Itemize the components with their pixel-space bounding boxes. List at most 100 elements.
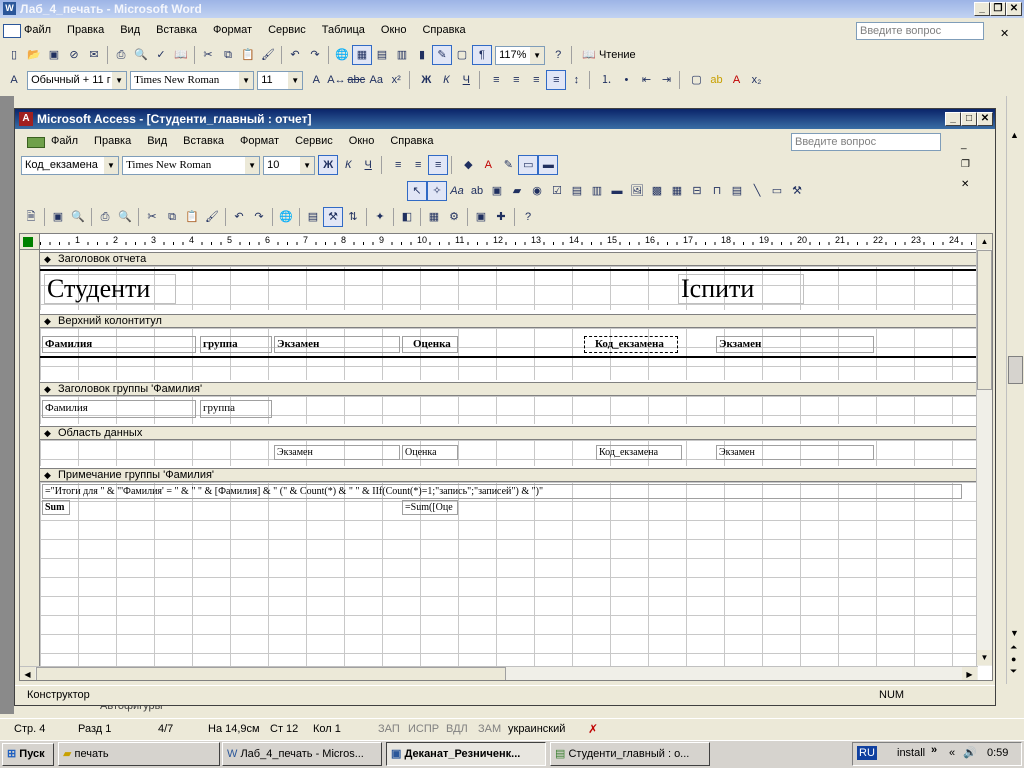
header-label[interactable]: Экзамен: [716, 336, 874, 353]
char-spacing-icon[interactable]: A↔: [326, 70, 346, 90]
detail-field-textbox[interactable]: Оценка: [402, 445, 458, 460]
install-toolbar-label[interactable]: install: [897, 747, 925, 759]
insert-table-icon[interactable]: ▤: [372, 45, 392, 65]
report-design-surface[interactable]: 1 2 3 4 5 6 7 8 9 10 11 12 13 14 15 16 17 18 19 20 21 22 23 24 …: [19, 233, 993, 681]
build-icon[interactable]: ⚙: [444, 207, 464, 227]
code-icon[interactable]: ◧: [397, 207, 417, 227]
section-group-header[interactable]: ◆ Заголовок группы 'Фамилия': [40, 382, 976, 396]
word-menu-insert[interactable]: Вставка: [148, 20, 205, 40]
copy-icon[interactable]: ⧉: [218, 45, 238, 65]
align-center-icon[interactable]: ≡: [506, 70, 526, 90]
toggle-button-icon[interactable]: ▰: [507, 181, 527, 201]
tab-control-icon[interactable]: ⊓: [707, 181, 727, 201]
italic-icon[interactable]: К: [436, 70, 456, 90]
cut-icon[interactable]: ✂: [142, 207, 162, 227]
detail-field-textbox[interactable]: Экзамен: [716, 445, 874, 460]
line-spacing-icon[interactable]: ↕: [566, 70, 586, 90]
header-label[interactable]: Оценка: [402, 336, 458, 353]
group-header-area[interactable]: Фамилия группа: [40, 396, 976, 424]
access-menu-format[interactable]: Формат: [232, 131, 287, 151]
reading-mode-button[interactable]: 📖 Чтение: [578, 45, 639, 65]
object-combo[interactable]: Код_екзамена ▼: [21, 155, 119, 175]
word-menu-file[interactable]: Файл: [16, 20, 59, 40]
styles-pane-icon[interactable]: A: [4, 70, 24, 90]
section-detail[interactable]: ◆ Область данных: [40, 426, 976, 440]
report-title-label[interactable]: Студенти: [44, 274, 176, 304]
start-button[interactable]: ⊞ Пуск: [2, 743, 54, 766]
browse-object-icon[interactable]: ●: [1011, 654, 1016, 664]
justify-icon[interactable]: ≡: [546, 70, 567, 90]
bullets-icon[interactable]: •: [616, 70, 636, 90]
access-menu-file[interactable]: Файл: [43, 131, 86, 151]
control-wizards-icon[interactable]: ✧: [427, 181, 447, 201]
decrease-indent-icon[interactable]: ⇤: [636, 70, 656, 90]
taskbar-item-access-report[interactable]: ▤ Студенти_главный : о...: [550, 742, 710, 766]
bold-icon[interactable]: Ж: [318, 155, 339, 175]
access-menu-tools[interactable]: Сервис: [287, 131, 341, 151]
access-title-bar[interactable]: A Microsoft Access - [Студенти_главный :…: [15, 109, 995, 129]
word-menu-edit[interactable]: Правка: [59, 20, 112, 40]
document-map-icon[interactable]: ▢: [452, 45, 472, 65]
word-menu-format[interactable]: Формат: [205, 20, 260, 40]
language-indicator[interactable]: RU: [857, 746, 877, 760]
footer-sum-textbox[interactable]: =Sum([Оце: [402, 500, 458, 515]
access-close-button[interactable]: ✕: [977, 112, 993, 126]
access-menu-view[interactable]: Вид: [139, 131, 175, 151]
detail-field-textbox[interactable]: Код_екзамена: [596, 445, 682, 460]
new-object-icon[interactable]: ✚: [491, 207, 511, 227]
word-minimize-button[interactable]: _: [974, 2, 990, 16]
word-right-scrollbar[interactable]: ▲ ▼ ⏶ ● ⏷: [1006, 96, 1024, 684]
line-width-icon[interactable]: ▭: [518, 155, 539, 175]
header-label[interactable]: группа: [200, 336, 272, 353]
scroll-down-icon[interactable]: ▼: [977, 650, 992, 665]
select-objects-icon[interactable]: ↖: [407, 181, 427, 201]
section-group-footer[interactable]: ◆ Примечание группы 'Фамилия': [40, 468, 976, 482]
access-font-combo[interactable]: Times New Roman ▼: [122, 155, 261, 175]
horizontal-ruler[interactable]: 1 2 3 4 5 6 7 8 9 10 11 12 13 14 15 16 17 18 19 20 21 22 23 24: [40, 234, 978, 250]
group-field-textbox[interactable]: Фамилия: [42, 400, 196, 418]
word-menu-window[interactable]: Окно: [373, 20, 415, 40]
paste-icon[interactable]: 📋: [182, 207, 202, 227]
report-header-area[interactable]: Студенти Іспити: [40, 266, 976, 310]
save-icon[interactable]: ▣: [44, 45, 64, 65]
search-icon[interactable]: 🔍: [68, 207, 88, 227]
paste-icon[interactable]: 📋: [238, 45, 258, 65]
word-document-area[interactable]: [0, 96, 14, 714]
speaker-icon[interactable]: 🔊: [963, 746, 977, 759]
align-left-icon[interactable]: ≡: [388, 155, 408, 175]
command-button-icon[interactable]: ▬: [607, 181, 627, 201]
align-right-icon[interactable]: ≡: [428, 155, 449, 175]
word-menu-view[interactable]: Вид: [112, 20, 148, 40]
access-menu-insert[interactable]: Вставка: [175, 131, 232, 151]
zoom-combo[interactable]: 117% ▼: [495, 45, 546, 65]
word-size-combo[interactable]: 11 ▼: [257, 70, 304, 90]
word-close-button[interactable]: ✕: [1006, 2, 1022, 16]
word-menu-table[interactable]: Таблица: [314, 20, 373, 40]
hyperlink-icon[interactable]: 🌐: [332, 45, 352, 65]
increase-indent-icon[interactable]: ⇥: [656, 70, 676, 90]
scroll-thumb[interactable]: [1008, 356, 1023, 384]
hyperlink-icon[interactable]: 🌐: [276, 207, 296, 227]
undo-icon[interactable]: ↶: [285, 45, 305, 65]
underline-icon[interactable]: Ч: [358, 155, 378, 175]
scroll-down-icon[interactable]: ▼: [1010, 628, 1019, 638]
show-hide-icon[interactable]: ¶: [472, 45, 492, 65]
scroll-thumb[interactable]: [977, 250, 992, 390]
borders-icon[interactable]: ▢: [687, 70, 707, 90]
fill-color-icon[interactable]: ◆: [458, 155, 478, 175]
next-page-icon[interactable]: ⏷: [1010, 666, 1017, 677]
research-icon[interactable]: 📖: [171, 45, 191, 65]
line-tool-icon[interactable]: ╲: [747, 181, 767, 201]
strikethrough-icon[interactable]: abc: [346, 70, 366, 90]
header-label-selected[interactable]: Код_екзамена: [584, 336, 678, 353]
taskbar-item-folder[interactable]: ▰ печать: [58, 742, 220, 766]
word-font-combo[interactable]: Times New Roman ▼: [130, 70, 255, 90]
help-icon[interactable]: ?: [548, 45, 568, 65]
tables-borders-icon[interactable]: ▦: [352, 45, 372, 65]
align-left-icon[interactable]: ≡: [486, 70, 506, 90]
access-minimize-button[interactable]: _: [945, 112, 961, 126]
redo-icon[interactable]: ↷: [305, 45, 325, 65]
save-icon[interactable]: ▣: [48, 207, 68, 227]
unbound-frame-icon[interactable]: ▩: [647, 181, 667, 201]
superscript-icon[interactable]: x²: [386, 70, 406, 90]
